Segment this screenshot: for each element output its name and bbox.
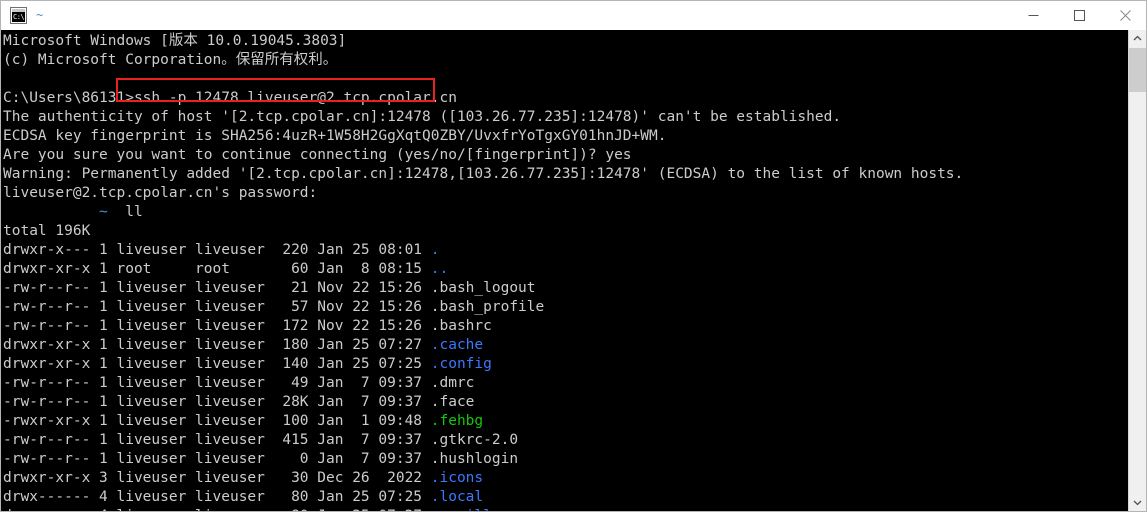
minimize-button[interactable] [1010, 1, 1056, 30]
console-line-segment: Microsoft Windows [版本 10.0.19045.3803] [3, 33, 347, 49]
console-output-area[interactable]: Microsoft Windows [版本 10.0.19045.3803] (c… [1, 30, 1129, 511]
console-line-segment: .. [430, 261, 449, 277]
terminal-window: C:\ ~ Microsoft Windows [版本 10.0.19045.3… [0, 0, 1147, 512]
console-line: drwx------ 4 liveuser liveuser 80 Jan 25… [3, 488, 963, 507]
title-bar-left: C:\ ~ [1, 1, 43, 30]
cmd-icon-glyph: C:\ [12, 12, 25, 22]
console-line-segment: The authenticity of host '[2.tcp.cpolar.… [3, 109, 842, 125]
console-text: Microsoft Windows [版本 10.0.19045.3803] (c… [3, 32, 963, 511]
console-line-segment: C:\Users\86131>ssh -p 12478 liveuser@2.t… [3, 90, 457, 106]
scrollbar-track[interactable] [1129, 47, 1146, 494]
console-line: Warning: Permanently added '[2.tcp.cpola… [3, 165, 963, 184]
console-line-segment: ~ [99, 204, 108, 220]
console-line: total 196K [3, 222, 963, 241]
maximize-button[interactable] [1056, 1, 1102, 30]
console-line: -rw-r--r-- 1 liveuser liveuser 0 Jan 7 0… [3, 450, 963, 469]
console-line: ~ ll [3, 203, 963, 222]
console-line-segment: drwxr-xr-x 1 root root 60 Jan 8 08:15 [3, 261, 431, 277]
console-line: drwxr-x--- 1 liveuser liveuser 220 Jan 2… [3, 241, 963, 260]
console-line-segment: . [430, 242, 440, 258]
console-line: Microsoft Windows [版本 10.0.19045.3803] [3, 32, 963, 51]
console-line-segment: ECDSA key fingerprint is SHA256:4uzR+1W5… [3, 128, 667, 144]
console-line-segment: Are you sure you want to continue connec… [3, 147, 632, 163]
console-line-segment: -rw-r--r-- 1 liveuser liveuser 57 Nov 22… [3, 299, 545, 315]
title-bar[interactable]: C:\ ~ [1, 1, 1146, 31]
console-line-segment: total 196K [3, 223, 91, 239]
window-title: ~ [36, 8, 44, 22]
console-line: liveuser@2.tcp.cpolar.cn's password: [3, 184, 963, 203]
console-line-segment: drwx------ 4 liveuser liveuser 80 Jan 25… [3, 489, 431, 505]
scrollbar-thumb[interactable] [1129, 48, 1146, 92]
close-button[interactable] [1102, 1, 1146, 30]
vertical-scrollbar[interactable] [1128, 30, 1146, 511]
console-line: -rw-r--r-- 1 liveuser liveuser 28K Jan 7… [3, 393, 963, 412]
console-line-segment: drwxr-xr-x 3 liveuser liveuser 30 Dec 26… [3, 470, 431, 486]
console-line-segment: .fehbg [430, 413, 484, 429]
console-line-segment: drwxr-xr-x 1 liveuser liveuser 180 Jan 2… [3, 337, 431, 353]
cmd-console-icon[interactable]: C:\ [10, 7, 27, 24]
console-line-segment: -rwxr-xr-x 1 liveuser liveuser 100 Jan 1… [3, 413, 431, 429]
console-line-segment: (c) Microsoft Corporation。保留所有权利。 [3, 52, 338, 68]
console-line-segment: ll [107, 204, 143, 220]
console-line-segment [3, 204, 99, 220]
console-line-segment: .cache [430, 337, 484, 353]
console-line: -rw-r--r-- 1 liveuser liveuser 415 Jan 7… [3, 431, 963, 450]
console-line-segment: liveuser@2.tcp.cpolar.cn's password: [3, 185, 318, 201]
console-line-segment: -rw-r--r-- 1 liveuser liveuser 415 Jan 7… [3, 432, 519, 448]
console-line: -rwxr-xr-x 1 liveuser liveuser 100 Jan 1… [3, 412, 963, 431]
console-line: drwxr-xr-x 1 liveuser liveuser 140 Jan 2… [3, 355, 963, 374]
console-line-segment: -rw-r--r-- 1 liveuser liveuser 172 Nov 2… [3, 318, 492, 334]
console-line: -rw-r--r-- 1 liveuser liveuser 172 Nov 2… [3, 317, 963, 336]
console-line: drwxr-xr-x 1 root root 60 Jan 8 08:15 .. [3, 260, 963, 279]
console-line-segment: .config [430, 356, 492, 372]
console-line-segment: -rw-r--r-- 1 liveuser liveuser 28K Jan 7… [3, 394, 475, 410]
console-line: (c) Microsoft Corporation。保留所有权利。 [3, 51, 963, 70]
console-line-segment: .local [430, 489, 484, 505]
console-line-segment: drwxr-x--- 1 liveuser liveuser 220 Jan 2… [3, 242, 431, 258]
console-line-segment: Warning: Permanently added '[2.tcp.cpola… [3, 166, 964, 182]
console-line: drwxr-xr-x 3 liveuser liveuser 30 Dec 26… [3, 469, 963, 488]
window-controls [1010, 1, 1146, 30]
console-line-segment: -rw-r--r-- 1 liveuser liveuser 49 Jan 7 … [3, 375, 475, 391]
console-line: ECDSA key fingerprint is SHA256:4uzR+1W5… [3, 127, 963, 146]
console-line: drwx------ 4 liveuser liveuser 80 Jan 25… [3, 507, 963, 511]
console-line-segment: .icons [430, 470, 484, 486]
console-line-segment: drwxr-xr-x 1 liveuser liveuser 140 Jan 2… [3, 356, 431, 372]
console-line: drwxr-xr-x 1 liveuser liveuser 180 Jan 2… [3, 336, 963, 355]
console-line-segment: .mozilla [431, 508, 501, 511]
console-line-segment: drwx------ 4 liveuser liveuser 80 Jan 25… [3, 508, 431, 511]
console-line: -rw-r--r-- 1 liveuser liveuser 21 Nov 22… [3, 279, 963, 298]
console-line: -rw-r--r-- 1 liveuser liveuser 49 Jan 7 … [3, 374, 963, 393]
console-line: C:\Users\86131>ssh -p 12478 liveuser@2.t… [3, 89, 963, 108]
console-line: Are you sure you want to continue connec… [3, 146, 963, 165]
scroll-down-arrow-icon[interactable] [1129, 494, 1146, 511]
console-line: -rw-r--r-- 1 liveuser liveuser 57 Nov 22… [3, 298, 963, 317]
console-line-segment: -rw-r--r-- 1 liveuser liveuser 21 Nov 22… [3, 280, 536, 296]
console-line-segment: -rw-r--r-- 1 liveuser liveuser 0 Jan 7 0… [3, 451, 519, 467]
scroll-up-arrow-icon[interactable] [1129, 30, 1146, 47]
console-line: The authenticity of host '[2.tcp.cpolar.… [3, 108, 963, 127]
